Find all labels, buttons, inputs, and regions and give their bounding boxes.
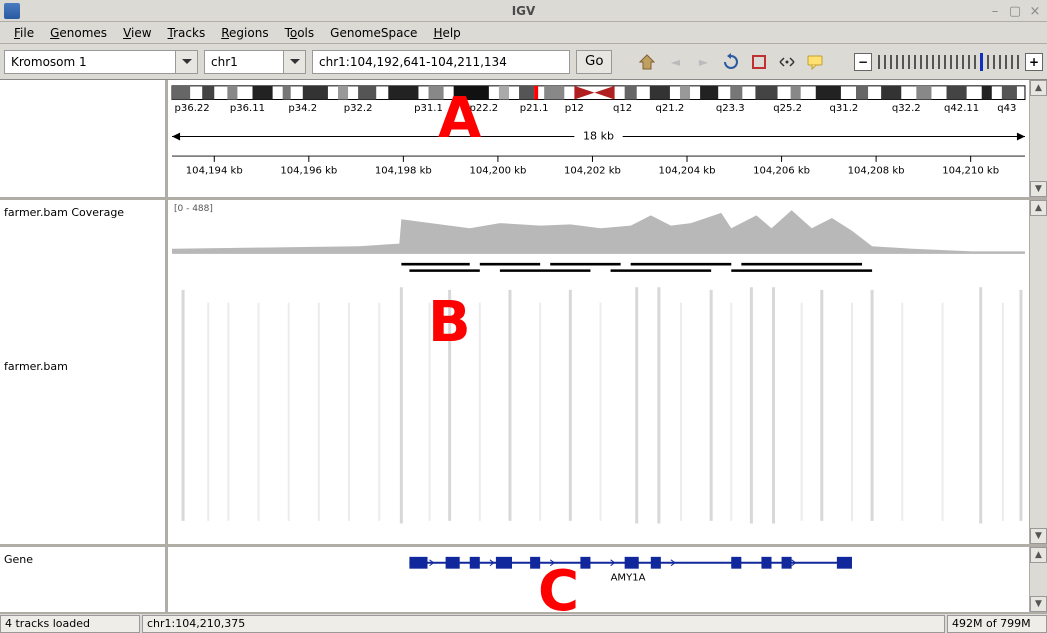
minimize-icon[interactable]: – bbox=[987, 3, 1003, 19]
zoom-ticks[interactable] bbox=[876, 53, 1021, 71]
svg-text:q25.2: q25.2 bbox=[773, 103, 802, 114]
chrom-dropdown[interactable] bbox=[204, 50, 306, 74]
chrom-dropdown-value[interactable] bbox=[204, 50, 284, 74]
bam-track-label: farmer.bam bbox=[4, 360, 68, 373]
alignment-row: farmer.bam Coverage farmer.bam [0 - 488]… bbox=[0, 200, 1047, 547]
status-left: 4 tracks loaded bbox=[0, 615, 140, 633]
svg-text:q31.2: q31.2 bbox=[830, 103, 859, 114]
svg-text:104,196 kb: 104,196 kb bbox=[280, 166, 337, 177]
region-icon[interactable] bbox=[748, 51, 770, 73]
statusbar: 4 tracks loaded chr1:104,210,375 492M of… bbox=[0, 613, 1047, 633]
svg-text:q42.11: q42.11 bbox=[944, 103, 979, 114]
ideogram-panel[interactable]: A bbox=[168, 80, 1029, 197]
menu-file[interactable]: File bbox=[6, 24, 42, 42]
forward-icon[interactable]: ► bbox=[692, 51, 714, 73]
svg-text:q32.2: q32.2 bbox=[892, 103, 921, 114]
maximize-icon[interactable]: ▢ bbox=[1007, 3, 1023, 19]
gene-track-label: Gene bbox=[4, 553, 33, 566]
gene-namecol: Gene bbox=[0, 547, 168, 612]
ideogram: p36.22 p36.11 p34.2 p32.2 p31.1 p22.2 p2… bbox=[172, 86, 1025, 114]
menu-genomespace[interactable]: GenomeSpace bbox=[322, 24, 425, 42]
alignment-namecol: farmer.bam Coverage farmer.bam bbox=[0, 200, 168, 544]
fit-icon[interactable] bbox=[776, 51, 798, 73]
alignment-panel[interactable]: [0 - 488] B bbox=[168, 200, 1029, 544]
svg-text:q21.2: q21.2 bbox=[656, 103, 685, 114]
ideogram-scrollbar[interactable] bbox=[1029, 80, 1047, 197]
svg-text:104,204 kb: 104,204 kb bbox=[659, 166, 716, 177]
svg-text:p12: p12 bbox=[565, 103, 584, 114]
toolbar: Go ◄ ► − + bbox=[0, 44, 1047, 80]
gene-scrollbar[interactable] bbox=[1029, 547, 1047, 612]
svg-text:p36.11: p36.11 bbox=[230, 103, 265, 114]
gene-name-label: AMY1A bbox=[611, 573, 646, 584]
svg-text:104,194 kb: 104,194 kb bbox=[186, 166, 243, 177]
zoom-slider[interactable]: − + bbox=[854, 53, 1043, 71]
gene-panel[interactable]: C bbox=[168, 547, 1029, 612]
content: A bbox=[0, 80, 1047, 613]
zoom-out-button[interactable]: − bbox=[854, 53, 872, 71]
back-icon[interactable]: ◄ bbox=[664, 51, 686, 73]
svg-text:18 kb: 18 kb bbox=[583, 130, 614, 143]
svg-text:104,198 kb: 104,198 kb bbox=[375, 166, 432, 177]
svg-text:104,210 kb: 104,210 kb bbox=[942, 166, 999, 177]
coverage-plot bbox=[172, 210, 1025, 254]
close-icon[interactable]: × bbox=[1027, 3, 1043, 19]
menu-tools[interactable]: Tools bbox=[277, 24, 323, 42]
svg-text:p31.1: p31.1 bbox=[414, 103, 443, 114]
svg-text:p21.1: p21.1 bbox=[520, 103, 549, 114]
svg-text:q23.3: q23.3 bbox=[716, 103, 745, 114]
tooltip-icon[interactable] bbox=[804, 51, 826, 73]
svg-text:p32.2: p32.2 bbox=[344, 103, 373, 114]
svg-text:p36.22: p36.22 bbox=[175, 103, 210, 114]
svg-text:104,202 kb: 104,202 kb bbox=[564, 166, 621, 177]
status-mid: chr1:104,210,375 bbox=[142, 615, 945, 633]
window-title: IGV bbox=[512, 4, 536, 18]
ideogram-row: A bbox=[0, 80, 1047, 200]
menu-tracks[interactable]: Tracks bbox=[160, 24, 214, 42]
menu-genomes[interactable]: Genomes bbox=[42, 24, 115, 42]
gene-row: Gene C bbox=[0, 547, 1047, 613]
svg-text:104,200 kb: 104,200 kb bbox=[469, 166, 526, 177]
chevron-down-icon[interactable] bbox=[176, 50, 198, 74]
zoom-in-button[interactable]: + bbox=[1025, 53, 1043, 71]
menu-help[interactable]: Help bbox=[425, 24, 468, 42]
svg-text:p34.2: p34.2 bbox=[288, 103, 317, 114]
svg-text:q12: q12 bbox=[613, 103, 632, 114]
coverage-track-label: farmer.bam Coverage bbox=[4, 206, 124, 219]
menu-view[interactable]: View bbox=[115, 24, 159, 42]
alignment-scrollbar[interactable] bbox=[1029, 200, 1047, 544]
status-right: 492M of 799M bbox=[947, 615, 1047, 633]
location-input[interactable] bbox=[312, 50, 570, 74]
svg-text:p22.2: p22.2 bbox=[469, 103, 498, 114]
app-icon bbox=[4, 3, 20, 19]
window-titlebar: IGV – ▢ × bbox=[0, 0, 1047, 22]
coverage-range: [0 - 488] bbox=[174, 204, 213, 214]
chevron-down-icon[interactable] bbox=[284, 50, 306, 74]
genome-dropdown[interactable] bbox=[4, 50, 198, 74]
go-button[interactable]: Go bbox=[576, 50, 612, 74]
svg-text:q43: q43 bbox=[997, 103, 1016, 114]
menubar: File Genomes View Tracks Regions Tools G… bbox=[0, 22, 1047, 44]
svg-text:104,208 kb: 104,208 kb bbox=[848, 166, 905, 177]
genome-dropdown-value[interactable] bbox=[4, 50, 176, 74]
refresh-icon[interactable] bbox=[720, 51, 742, 73]
gene-model: AMY1A bbox=[409, 557, 852, 584]
menu-regions[interactable]: Regions bbox=[213, 24, 276, 42]
svg-text:104,206 kb: 104,206 kb bbox=[753, 166, 810, 177]
home-icon[interactable] bbox=[636, 51, 658, 73]
ideogram-namecol bbox=[0, 80, 168, 197]
